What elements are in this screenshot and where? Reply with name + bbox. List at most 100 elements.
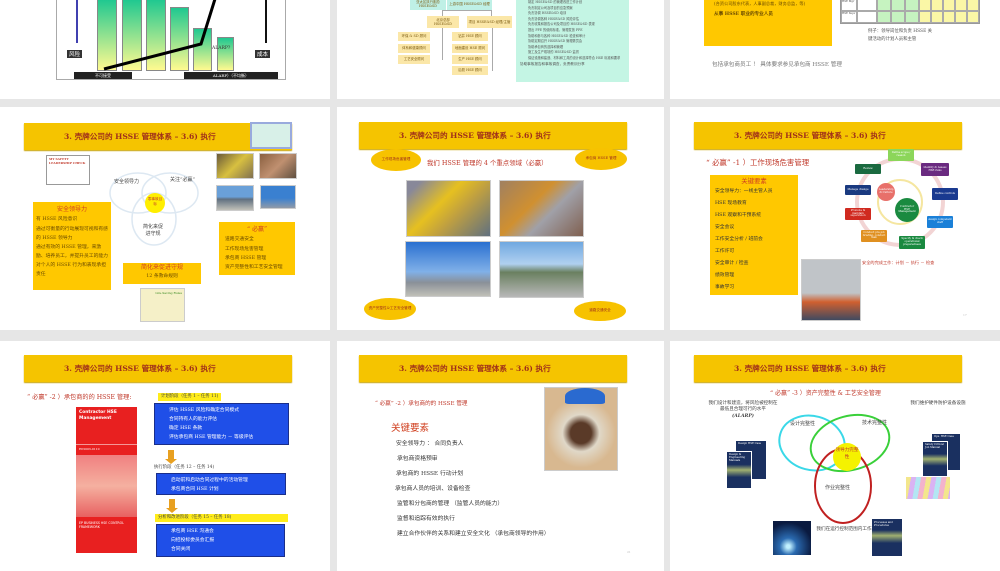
contractor-hse-book: Contractor HSE Management EP2003-0110 EP… <box>76 407 137 553</box>
leadership-integrity: 领导力完整性 <box>835 448 859 460</box>
book-label: Design & Engineering Manuals <box>729 453 746 462</box>
org-box: 钻井 HSE 顾问 <box>452 32 488 41</box>
slide-thumbnail-8[interactable]: 3. 壳牌公司的 HSSE 管理体系 – 3.6) 执行 “ 必赢” -2 ）承… <box>337 341 664 571</box>
box-item: 通过可衡量的行动展现可视和有感的 HSSE 领导力 <box>36 226 108 241</box>
cycle-node: Identify & Assess HSE risks <box>921 163 949 176</box>
cycle-node: Define scope / reason <box>888 149 914 161</box>
cycle-node: Manage change <box>845 185 871 195</box>
key-element: 承包商人员的培训、设备检查 <box>395 486 471 492</box>
org-connector <box>442 28 443 60</box>
box-title: “ 必赢” <box>246 226 268 233</box>
box-title: 简化来促进守规 <box>140 264 183 271</box>
photo-worker <box>216 153 254 179</box>
duty-item: 保证设施和建造、材料和工具的设计和选择符合 HSE 标准和要求 <box>528 55 621 60</box>
slide-subtitle: “ 必赢” -2 ）承包商的的 HSSE 管理: <box>27 394 132 401</box>
photo-hazard <box>406 180 491 237</box>
box-item: 承包商 HSSE 管理 <box>225 255 267 261</box>
org-box: 环保 & SD 顾问 <box>398 32 430 41</box>
phase-item: 合同持有人的能力评估 <box>169 417 217 422</box>
table-cell: HSE Supv <box>841 11 857 23</box>
book-processes: Processes and Procedures <box>872 519 902 556</box>
callout-road: 道路交通安全 <box>574 301 626 321</box>
slide-thumbnail-6[interactable]: 3. 壳牌公司的 HSSE 管理体系 – 3.6) 执行 “ 必赢” -1 ）工… <box>670 107 1000 330</box>
photo-road <box>499 241 584 298</box>
phase-plan-box: 评估 HSSE 风险和确定合同模式 合同持有人的能力评估 确定 HSE 条款 评… <box>154 403 289 445</box>
phase-item: 承包商合同 HSE 计划 <box>171 487 219 492</box>
org-box: 生产 HSE 顾问 <box>452 55 488 64</box>
phase-exec-label: 执行阶段（任务 12 – 任务 14) <box>154 465 215 470</box>
org-box: 上游中国 HSSE&SD 经理 <box>447 0 492 10</box>
phase-item: 评估 HSSE 风险和确定合同模式 <box>169 408 239 413</box>
box-item: 绩效管理 <box>715 273 735 278</box>
leadership-box: 安全领导力 有 HSSE 风险意识 通过可衡量的行动展现可视和有感的 HSSE … <box>33 202 111 290</box>
box-title: 关键要素 <box>741 177 767 185</box>
slide-thumbnail-5[interactable]: 3. 壳牌公司的 HSSE 管理体系 – 3.6) 执行 我们 HSSE 管理的… <box>337 107 664 330</box>
hard-hat <box>565 388 605 404</box>
key-element: 建立合作伙伴的关系和建立安全文化 （承包商领导的作用） <box>397 531 550 537</box>
phase-item: 评估承包商 HSE 管理能力 － 等级评估 <box>169 435 254 440</box>
book-title: Contractor HSE Management <box>79 410 117 421</box>
cycle-node: Promote & maintain supervision <box>845 208 871 220</box>
phase-plan-label: 计划阶段（任务 1 – 任务 11) <box>158 393 222 401</box>
photo-asset <box>405 241 491 297</box>
must-win-box: “ 必赢” 道路交通安全 工作现场危害管理 承包商 HSSE 管理 资产完整性和… <box>219 222 295 275</box>
operate-statement: 我们在运行控制范围内工作 <box>816 527 872 532</box>
alarp-label: ALARP）（不均衡） <box>184 72 278 79</box>
cycle-node: Review <box>855 164 881 174</box>
risk-label: 风险 <box>67 50 83 58</box>
book-safety-critical: Safety Critical Job Manual <box>922 441 948 477</box>
callout-hazard: 工作现场危害管理 <box>371 149 421 171</box>
photo-workers-briefing <box>801 259 861 321</box>
key-element: 承包商的 HSSE 行动计划 <box>396 471 464 477</box>
design-text: 我们设计和建造，将风险被控制在最低且合理可行的水平 <box>708 401 778 413</box>
phase-improve-box: 承包商 HSE 沟通会 向招投标委员会汇报 合同关闭 <box>156 524 285 557</box>
page-number: 21 <box>627 550 631 554</box>
slide-thumbnail-7[interactable]: 3. 壳牌公司的 HSSE 管理体系 – 3.6) 执行 “ 必赢” -2 ）承… <box>0 341 330 571</box>
book-label: Safety Critical Job Manual <box>925 443 944 449</box>
cycle-node: Specify & check operational preparedness <box>899 236 925 249</box>
org-connector <box>492 28 493 71</box>
book-code: EP2003-0110 <box>76 444 137 453</box>
roles-box: (合资公司股东代表，人事副总裁，财务总监，等) 从事 HSSE 职业的专业人员 <box>704 0 832 46</box>
design-statement: 我们设计和建造，将风险被控制在最低且合理可行的水平 (ALARP) <box>708 401 778 420</box>
phase-item: 确定 HSE 条款 <box>169 426 203 431</box>
slide-subtitle: “ 必赢” -2 ）承包商的的 HSSE 管理 <box>375 401 468 407</box>
phase-item: 向招投标委员会汇报 <box>171 538 215 543</box>
slide-thumbnail-4[interactable]: 3. 壳牌公司的 HSSE 管理体系 – 3.6) 执行 MY SAFETY L… <box>0 107 330 330</box>
org-box: 项目 HSSE&SD 经理/主管 <box>467 16 512 28</box>
box-item: 通过有效的 HSSE 管理，来激励、培养员工，并提升员工的能力 <box>36 244 108 259</box>
slide-title: 3. 壳牌公司的 HSSE 管理体系 – 3.6) 执行 <box>694 355 962 382</box>
org-box: 后勤 HSE 顾问 <box>452 66 488 75</box>
org-box: 体系和健康顾问 <box>398 44 430 53</box>
box-item: 工作现场危害管理 <box>225 246 264 252</box>
venn-center: 零事故目标 <box>147 197 163 206</box>
cost-label: 成本 <box>255 50 271 58</box>
book-footer: EP BUSINESS HSE CONTROL FRAMEWORK <box>79 521 124 530</box>
alarp-question: ALARP? <box>212 46 231 51</box>
key-elements-heading: 关键要素 <box>391 423 430 434</box>
maintain-statement: 我们维护硬件防护设备设施 <box>910 401 966 406</box>
cycle-node: Define controls <box>932 188 958 200</box>
slide-thumbnail-1[interactable]: ALARP? 风险 成本 不可接受 ALARP）（不均衡） <box>0 0 330 99</box>
book-image <box>76 455 137 518</box>
org-box: 北京总部 HSSE&SD <box>427 16 459 28</box>
box-item: 道路交通安全 <box>225 237 254 243</box>
cycle-node: Conduct pre-job briefing, conduct task <box>861 230 887 242</box>
key-element: 安全领导力 ： 合同负责人 <box>396 441 464 447</box>
life-saving-rules-card: Life-Saving Rules <box>140 288 185 322</box>
box-item: 安全会议 <box>715 225 735 230</box>
box-sub: 12 条救命规则 <box>146 273 178 279</box>
book-label: Processes and Procedures <box>874 521 893 527</box>
book-label: Ops. HSE Case <box>934 435 954 438</box>
training-matrix-table: HSE Mgr HSE Supv <box>840 0 980 24</box>
table-caption: 例子：领导岗位和负责 HSSE 关 键活动的计划人员和主管 <box>868 28 932 44</box>
slide-thumbnail-3[interactable]: (合资公司股东代表，人事副总裁，财务总监，等) 从事 HSSE 职业的专业人员 … <box>670 0 1000 99</box>
slide-thumbnail-2[interactable]: 亚太区执行副总 HSSE&SD 上游中国 HSSE&SD 经理 北京总部 HSS… <box>337 0 664 99</box>
venn-goal-zero: 关注“必赢” <box>170 177 196 183</box>
slide-title: 3. 壳牌公司的 HSSE 管理体系 – 3.6) 执行 <box>24 355 292 382</box>
simplify-box: 简化来促进守规 12 条救命规则 <box>123 263 201 284</box>
slide-thumbnail-9[interactable]: 3. 壳牌公司的 HSSE 管理体系 – 3.6) 执行 “ 必赢” -3 ）资… <box>670 341 1000 571</box>
welder-photo <box>773 521 811 555</box>
callout-contractor: 承包商 HSSE 管理 <box>575 148 627 170</box>
key-element: 监管和分包商的管理 （监管人员的能力） <box>397 501 504 507</box>
